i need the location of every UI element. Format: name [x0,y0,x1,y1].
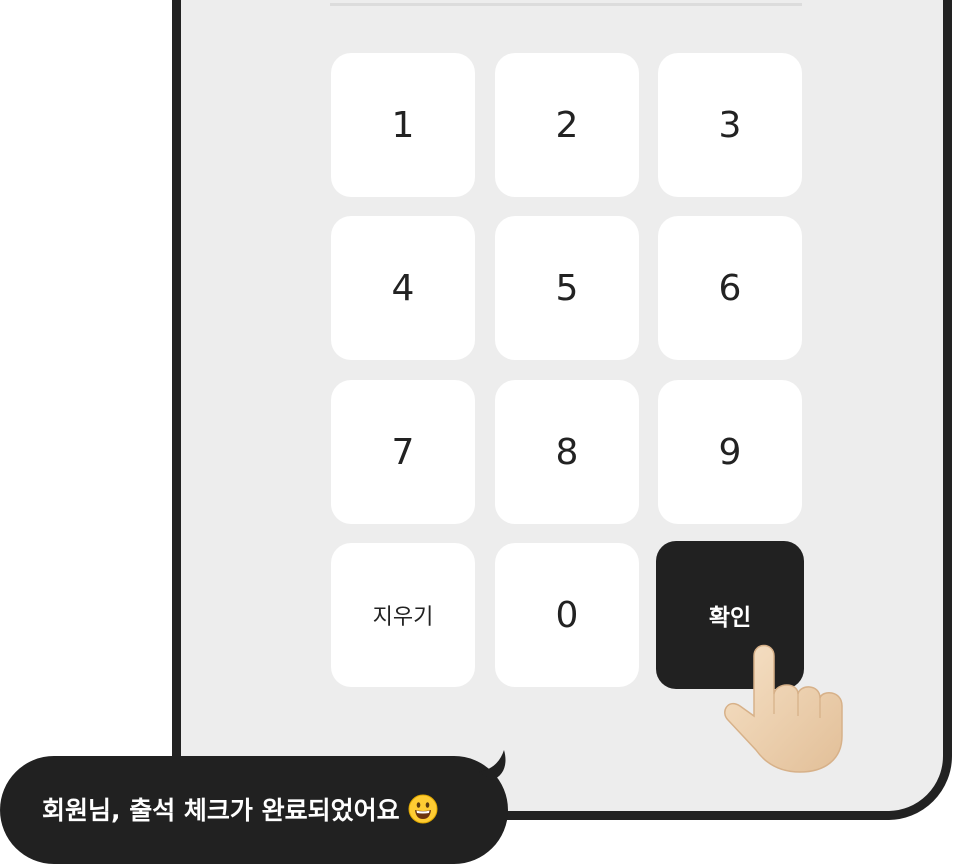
input-underline [330,3,802,6]
grinning-face-icon [408,794,438,824]
key-7[interactable]: 7 [331,380,475,524]
toast-message: 회원님, 출석 체크가 완료되었어요 [42,796,400,825]
key-3[interactable]: 3 [658,53,802,197]
key-0[interactable]: 0 [495,543,639,687]
key-4[interactable]: 4 [331,216,475,360]
key-5[interactable]: 5 [495,216,639,360]
key-9[interactable]: 9 [658,380,802,524]
toast-message-row: 회원님, 출석 체크가 완료되었어요 [42,786,438,832]
bubble-tail [478,750,506,780]
key-6[interactable]: 6 [658,216,802,360]
key-1[interactable]: 1 [331,53,475,197]
key-8[interactable]: 8 [495,380,639,524]
pointing-hand-icon [724,644,843,773]
delete-button[interactable]: 지우기 [331,543,475,687]
key-2[interactable]: 2 [495,53,639,197]
